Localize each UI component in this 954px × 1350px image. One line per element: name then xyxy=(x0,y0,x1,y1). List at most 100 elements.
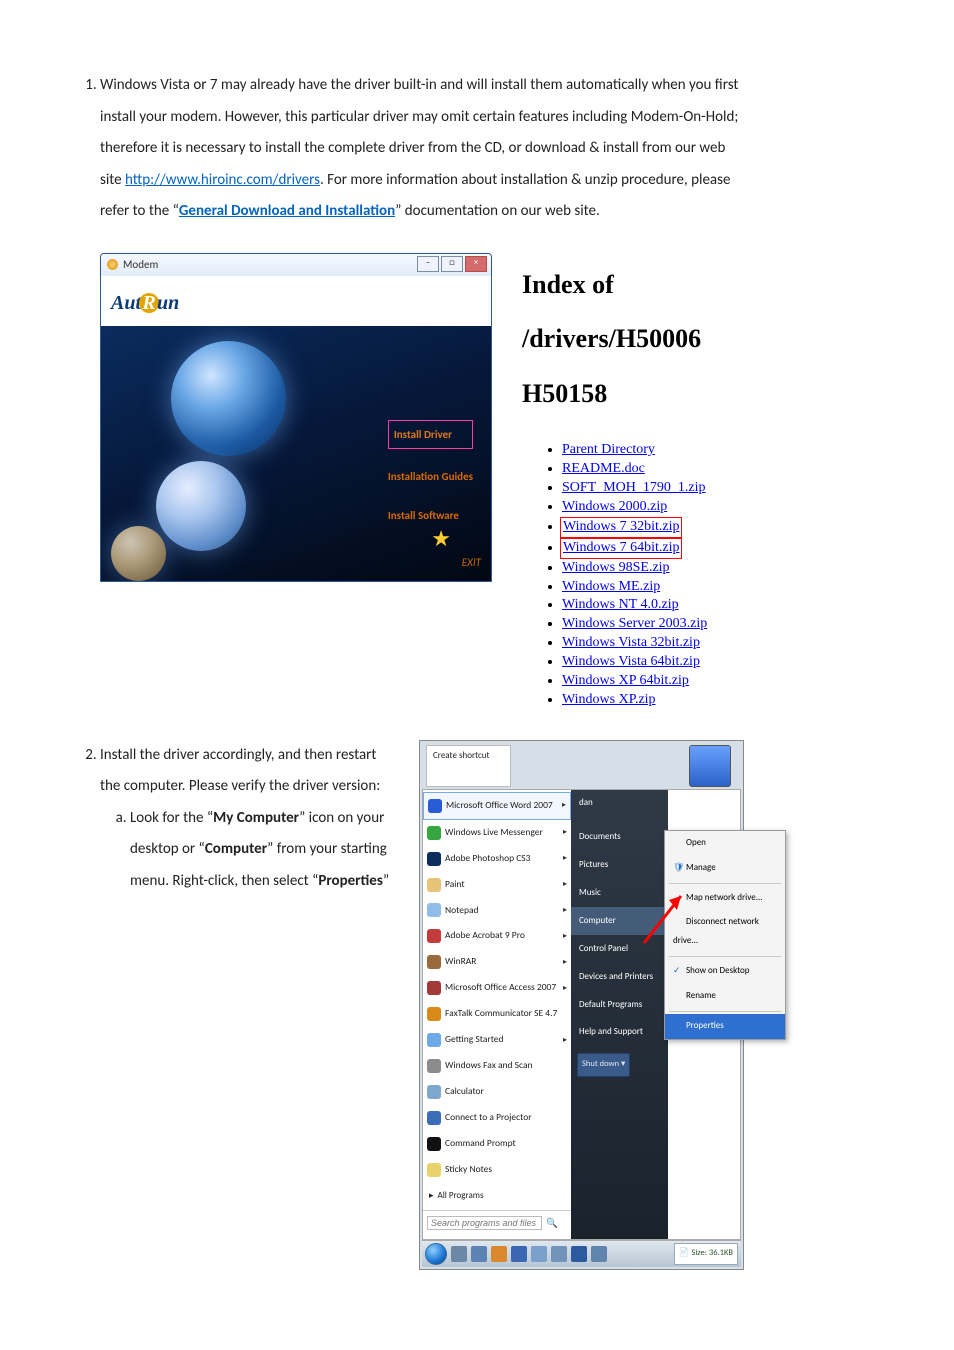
install-driver-item[interactable]: Install Driver xyxy=(388,420,473,449)
directory-link[interactable]: Windows XP 64bit.zip xyxy=(562,673,689,688)
start-menu-program[interactable]: Sticky Notes xyxy=(423,1157,571,1183)
maximize-button[interactable]: □ xyxy=(441,256,463,272)
start-menu-program[interactable]: Notepad▸ xyxy=(423,898,571,924)
menu-separator xyxy=(669,883,781,884)
program-icon xyxy=(427,981,441,995)
taskbar-icon[interactable] xyxy=(591,1246,607,1262)
directory-heading: Index of /drivers/H50006 H50158 xyxy=(522,258,744,422)
taskbar-icon[interactable] xyxy=(551,1246,567,1262)
program-label: Connect to a Projector xyxy=(445,1108,532,1128)
program-icon xyxy=(427,1085,441,1099)
start-menu-program[interactable]: Adobe Photoshop CS3▸ xyxy=(423,846,571,872)
step2-intro: Install the driver accordingly, and then… xyxy=(100,746,380,796)
start-menu-program[interactable]: Windows Live Messenger▸ xyxy=(423,820,571,846)
directory-item: Parent Directory xyxy=(562,441,744,460)
step2a-b2: Computer xyxy=(205,840,267,858)
directory-link[interactable]: Windows 98SE.zip xyxy=(562,560,670,575)
driver-site-link[interactable]: http://www.hiroinc.com/drivers xyxy=(125,171,320,189)
start-orb-icon[interactable] xyxy=(425,1243,447,1265)
start-menu-right: dan DocumentsPicturesMusicComputerContro… xyxy=(571,790,668,1239)
program-icon xyxy=(427,929,441,943)
directory-link[interactable]: Windows Vista 64bit.zip xyxy=(562,654,700,669)
program-label: WinRAR xyxy=(445,952,476,972)
shutdown-button[interactable]: Shut down ▾ xyxy=(577,1053,630,1077)
install-software-item[interactable]: Install Software xyxy=(388,504,473,527)
directory-link[interactable]: Windows XP.zip xyxy=(562,692,656,707)
context-menu-item[interactable]: Map network drive... xyxy=(665,886,785,911)
directory-listing: Index of /drivers/H50006 H50158 Parent D… xyxy=(522,253,744,710)
context-menu-item[interactable]: Open xyxy=(665,831,785,856)
directory-link[interactable]: Windows 2000.zip xyxy=(562,499,667,514)
start-menu-right-item[interactable]: Pictures xyxy=(571,852,668,880)
globe-icon xyxy=(171,341,286,456)
context-menu-item[interactable]: 🛡Manage xyxy=(665,856,785,881)
directory-link[interactable]: SOFT_MOH_1790_1.zip xyxy=(562,480,706,495)
directory-link[interactable]: Windows 7 64bit.zip xyxy=(563,540,679,555)
start-menu-program[interactable]: Adobe Acrobat 9 Pro▸ xyxy=(423,923,571,949)
context-menu-item[interactable]: Properties xyxy=(665,1014,785,1039)
start-menu-program[interactable]: Windows Fax and Scan xyxy=(423,1053,571,1079)
directory-item: README.doc xyxy=(562,460,744,479)
program-icon xyxy=(427,878,441,892)
installation-guides-item[interactable]: Installation Guides xyxy=(388,465,473,488)
directory-item: Windows Vista 64bit.zip xyxy=(562,653,744,672)
taskbar-icon[interactable] xyxy=(511,1246,527,1262)
program-icon xyxy=(427,826,441,840)
start-menu-right-item[interactable]: Help and Support xyxy=(571,1019,668,1047)
menu-separator xyxy=(669,956,781,957)
program-label: Microsoft Office Word 2007 xyxy=(446,796,553,816)
context-menu-item[interactable]: Rename xyxy=(665,984,785,1009)
start-menu-program[interactable]: Command Prompt xyxy=(423,1131,571,1157)
taskbar-icon[interactable] xyxy=(471,1246,487,1262)
start-menu-right-item[interactable]: Default Programs xyxy=(571,991,668,1019)
start-menu-program[interactable]: Paint▸ xyxy=(423,872,571,898)
start-menu-program[interactable]: Microsoft Office Access 2007▸ xyxy=(423,975,571,1001)
context-menu-item[interactable]: Disconnect network drive... xyxy=(665,910,785,954)
start-menu-program[interactable]: Microsoft Office Word 2007▸ xyxy=(423,792,571,820)
start-menu-right-item[interactable]: Music xyxy=(571,880,668,908)
directory-link[interactable]: Windows Vista 32bit.zip xyxy=(562,635,700,650)
minimize-button[interactable]: – xyxy=(417,256,439,272)
context-menu-label: Properties xyxy=(686,1020,724,1031)
check-icon: ✓ xyxy=(673,962,682,981)
autorun-titlebar: Modem – □ × xyxy=(101,254,491,276)
program-label: Adobe Photoshop CS3 xyxy=(445,849,530,869)
step2a-b3: Properties xyxy=(318,872,382,890)
submenu-arrow-icon: ▸ xyxy=(563,980,567,997)
start-menu-screenshot: Create shortcut Microsoft Office Word 20… xyxy=(419,740,744,1270)
start-menu-right-item[interactable]: Control Panel xyxy=(571,935,668,963)
general-download-link[interactable]: General Download and Installation xyxy=(179,202,395,220)
start-menu-program[interactable]: FaxTalk Communicator SE 4.7 xyxy=(423,1001,571,1027)
start-menu-right-item[interactable]: Documents xyxy=(571,824,668,852)
step-1-text: Windows Vista or 7 may already have the … xyxy=(100,70,744,710)
autorun-window: Modem – □ × AutRun ★ xyxy=(100,253,492,582)
step2a: Look for the “My Computer” icon on your … xyxy=(130,803,394,898)
context-menu-item[interactable]: ✓Show on Desktop xyxy=(665,959,785,984)
start-menu-program[interactable]: Connect to a Projector xyxy=(423,1105,571,1131)
start-menu-program[interactable]: Getting Started▸ xyxy=(423,1027,571,1053)
directory-link[interactable]: Windows ME.zip xyxy=(562,579,660,594)
start-menu-right-item[interactable]: Computer xyxy=(571,907,668,935)
directory-link[interactable]: Windows Server 2003.zip xyxy=(562,616,707,631)
autorun-exit[interactable]: EXIT xyxy=(462,551,481,574)
start-menu-right-item[interactable]: Devices and Printers xyxy=(571,963,668,991)
start-menu-program[interactable]: Calculator xyxy=(423,1079,571,1105)
taskbar-icon[interactable] xyxy=(451,1246,467,1262)
directory-item: Windows Vista 32bit.zip xyxy=(562,634,744,653)
program-icon xyxy=(427,1033,441,1047)
directory-link[interactable]: Windows 7 32bit.zip xyxy=(563,519,679,534)
taskbar-icon[interactable] xyxy=(531,1246,547,1262)
search-input[interactable] xyxy=(427,1216,542,1230)
taskbar-icon[interactable] xyxy=(571,1246,587,1262)
all-programs[interactable]: ▸All Programs xyxy=(423,1183,571,1210)
directory-link[interactable]: Windows NT 4.0.zip xyxy=(562,597,679,612)
directory-item: Windows NT 4.0.zip xyxy=(562,596,744,615)
start-menu-program[interactable]: WinRAR▸ xyxy=(423,949,571,975)
close-button[interactable]: × xyxy=(465,256,487,272)
directory-link[interactable]: Parent Directory xyxy=(562,442,655,457)
directory-link[interactable]: README.doc xyxy=(562,461,645,476)
taskbar-icon[interactable] xyxy=(491,1246,507,1262)
globe-icon xyxy=(111,526,166,581)
context-menu-label: Disconnect network drive... xyxy=(673,916,759,946)
autorun-body: ★ Install Driver Installation Guides Ins… xyxy=(101,326,491,581)
